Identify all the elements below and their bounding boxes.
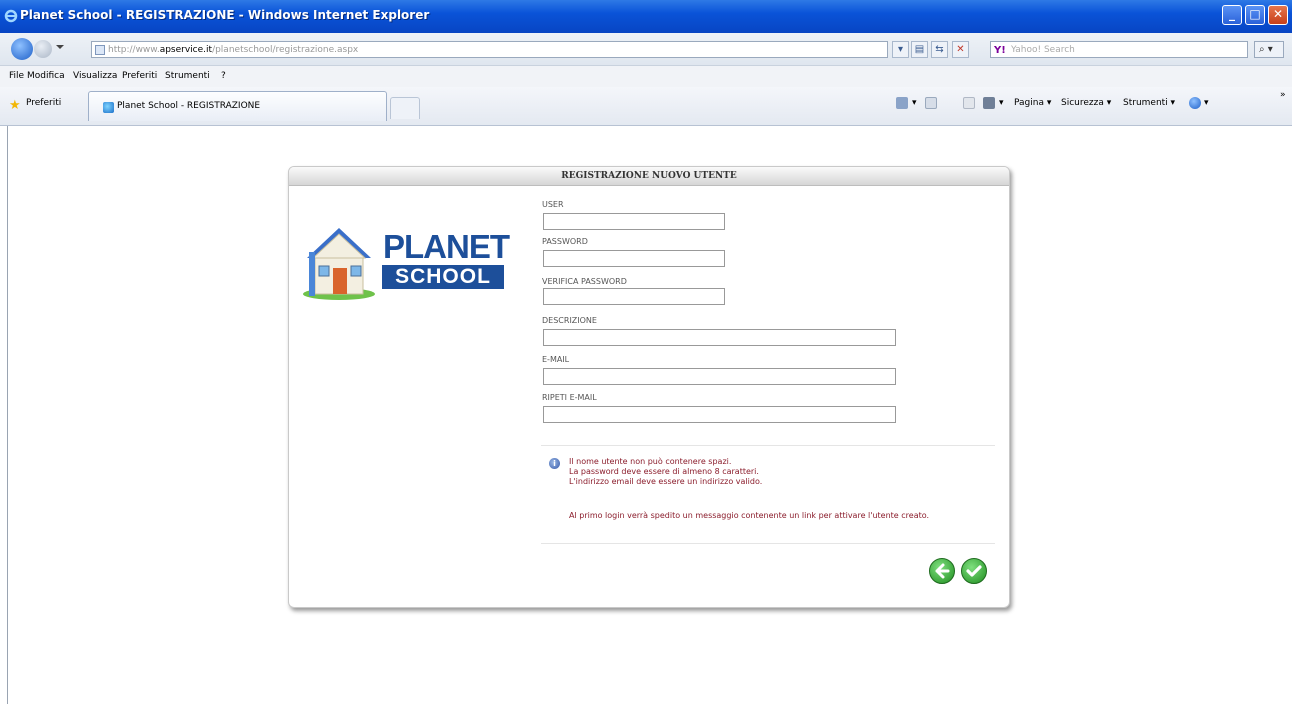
user-label: USER <box>542 200 564 209</box>
read-mail-icon[interactable] <box>963 97 975 109</box>
menu-item-file[interactable]: File <box>9 66 24 87</box>
minimize-button[interactable]: _ <box>1222 5 1242 25</box>
planet-school-logo: PLANET SCHOOL <box>299 222 510 304</box>
rule-message-password: La password deve essere di almeno 8 cara… <box>569 467 759 476</box>
rule-message-email: L'indirizzo email deve essere un indiriz… <box>569 477 763 486</box>
divider <box>541 543 995 544</box>
confirm-button[interactable] <box>961 558 987 584</box>
back-button[interactable] <box>11 38 33 60</box>
tools-menu[interactable]: Strumenti ▾ <box>1123 98 1175 108</box>
url-domain: apservice.it <box>159 45 213 55</box>
window-titlebar: Planet School - REGISTRAZIONE - Windows … <box>0 0 1292 33</box>
tab-planet-school[interactable]: Planet School - REGISTRAZIONE <box>88 91 387 121</box>
window-left-border <box>0 126 8 704</box>
repeat-email-label: RIPETI E-MAIL <box>542 393 597 402</box>
ie-logo-icon <box>4 9 18 23</box>
feeds-icon[interactable] <box>925 97 937 109</box>
url-prefix: http://www. <box>108 45 160 55</box>
page-view-icon[interactable]: ▤ <box>911 41 928 58</box>
back-arrow-button[interactable] <box>929 558 955 584</box>
tools-menu-label: Strumenti <box>1123 98 1168 108</box>
help-dropdown-icon[interactable]: ▾ <box>1204 98 1209 108</box>
address-input[interactable]: http://www.apservice.it/planetschool/reg… <box>91 41 888 58</box>
tab-title: Planet School - REGISTRAZIONE <box>117 101 261 111</box>
help-icon[interactable] <box>1189 97 1201 109</box>
registration-panel: REGISTRAZIONE NUOVO UTENTE PLANET SCHOOL… <box>288 166 1010 608</box>
verify-password-label: VERIFICA PASSWORD <box>542 277 627 286</box>
security-menu-label: Sicurezza <box>1061 98 1104 108</box>
menu-item-help[interactable]: ? <box>221 66 226 87</box>
school-house-icon <box>303 228 375 300</box>
stop-icon[interactable]: ✕ <box>952 41 969 58</box>
maximize-button[interactable]: □ <box>1245 5 1265 25</box>
search-placeholder: Yahoo! Search <box>1011 45 1075 55</box>
security-menu[interactable]: Sicurezza ▾ <box>1061 98 1111 108</box>
page-icon <box>95 45 105 55</box>
rule-message-username: Il nome utente non può contenere spazi. <box>569 457 732 466</box>
arrow-left-icon <box>935 563 950 579</box>
history-dropdown-icon[interactable] <box>56 45 64 49</box>
home-icon[interactable] <box>896 97 908 109</box>
panel-title: REGISTRAZIONE NUOVO UTENTE <box>289 167 1009 186</box>
info-icon: i <box>549 458 560 469</box>
favorites-label[interactable]: Preferiti <box>26 98 61 108</box>
search-button[interactable]: ⌕ ▾ <box>1254 41 1284 58</box>
verify-password-input[interactable] <box>543 288 725 305</box>
print-icon[interactable] <box>983 97 995 109</box>
forward-button[interactable] <box>34 40 52 58</box>
tab-page-icon <box>103 102 114 113</box>
menu-item-preferiti[interactable]: Preferiti <box>122 66 157 87</box>
description-input[interactable] <box>543 329 896 346</box>
repeat-email-input[interactable] <box>543 406 896 423</box>
checkmark-icon <box>966 565 982 577</box>
favorites-star-icon[interactable]: ★ <box>9 99 21 112</box>
logo-text-school: SCHOOL <box>382 265 504 289</box>
email-input[interactable] <box>543 368 896 385</box>
url-path: /planetschool/registrazione.aspx <box>212 45 359 55</box>
address-toolbar: http://www.apservice.it/planetschool/reg… <box>0 33 1292 66</box>
window-title: Planet School - REGISTRAZIONE - Windows … <box>20 8 430 22</box>
home-dropdown-icon[interactable]: ▾ <box>912 98 917 108</box>
divider <box>541 445 995 446</box>
description-label: DESCRIZIONE <box>542 316 597 325</box>
favorites-bar: ★ Preferiti Planet School - REGISTRAZION… <box>0 87 1292 126</box>
chevron-more-icon[interactable]: » <box>1280 90 1286 100</box>
search-input[interactable]: Y! Yahoo! Search <box>990 41 1248 58</box>
menu-item-modifica[interactable]: Modifica <box>27 66 65 87</box>
menu-item-visualizza[interactable]: Visualizza <box>73 66 117 87</box>
compatibility-icon[interactable]: ▾ <box>892 41 909 58</box>
refresh-icon[interactable]: ⇆ <box>931 41 948 58</box>
menu-bar: File Modifica Visualizza Preferiti Strum… <box>0 66 1292 87</box>
print-dropdown-icon[interactable]: ▾ <box>999 98 1004 108</box>
yahoo-icon: Y! <box>994 45 1006 56</box>
page-menu[interactable]: Pagina ▾ <box>1014 98 1051 108</box>
activation-note: Al primo login verrà spedito un messaggi… <box>569 511 930 520</box>
user-input[interactable] <box>543 213 725 230</box>
close-window-button[interactable]: ✕ <box>1268 5 1288 25</box>
logo-text-planet: PLANET <box>383 228 510 265</box>
page-menu-label: Pagina <box>1014 98 1044 108</box>
password-input[interactable] <box>543 250 725 267</box>
new-tab-button[interactable] <box>390 97 420 119</box>
menu-item-strumenti[interactable]: Strumenti <box>165 66 210 87</box>
password-label: PASSWORD <box>542 237 588 246</box>
email-label: E-MAIL <box>542 355 570 364</box>
